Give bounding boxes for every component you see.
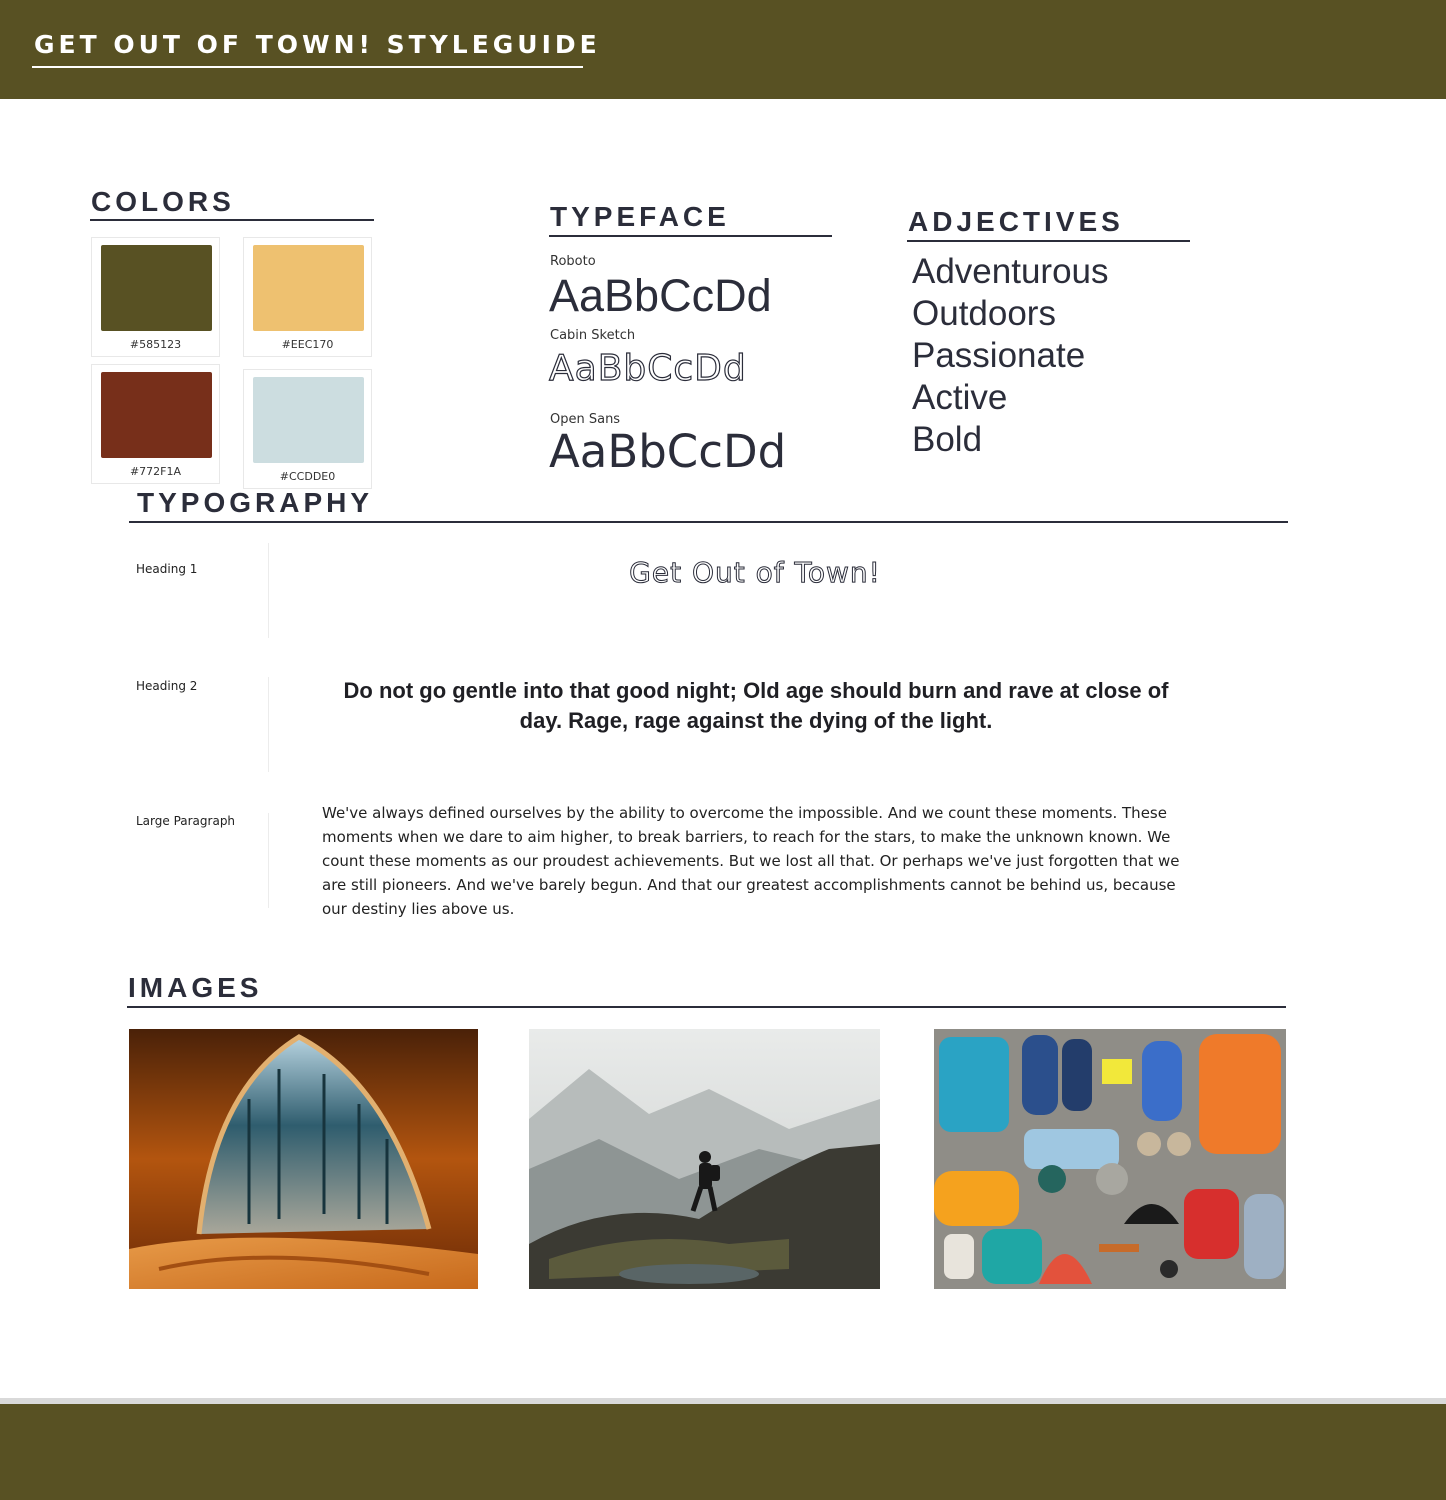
- adjective-item: Active: [912, 378, 1008, 417]
- header-underline: [32, 66, 583, 68]
- color-swatch-label: #772F1A: [129, 465, 182, 478]
- typeface-heading: TYPEFACE: [550, 201, 730, 232]
- adjectives-underline: [907, 240, 1190, 242]
- adjectives-list: Adventurous Outdoors Passionate Active B…: [912, 251, 1109, 461]
- typography-underline: [129, 521, 1288, 523]
- hiker-mountain-photo: [529, 1029, 880, 1289]
- typography-divider: [268, 677, 269, 772]
- footer-bar: [0, 1404, 1446, 1500]
- font-sample-open-sans: AaBbCcDd: [549, 425, 787, 478]
- color-swatch-label: #EEC170: [281, 338, 334, 351]
- adjective-item: Outdoors: [912, 294, 1056, 333]
- color-swatch-card: #EEC170: [243, 237, 372, 357]
- images-underline: [127, 1006, 1286, 1008]
- page-title: GET OUT OF TOWN! STYLEGUIDE: [34, 30, 601, 59]
- heading-1-sample: Get Out of Town!: [629, 556, 881, 590]
- typography-label-large-paragraph: Large Paragraph: [136, 814, 236, 828]
- heading-2-sample: Do not go gentle into that good night; O…: [343, 678, 1169, 733]
- color-swatch-card: #772F1A: [91, 364, 220, 484]
- typography-label-heading-2: Heading 2: [136, 679, 198, 693]
- colors-underline: [90, 219, 374, 221]
- color-swatch-card: #585123: [91, 237, 220, 357]
- color-swatch: [101, 372, 212, 458]
- images-heading: IMAGES: [128, 972, 263, 1003]
- typography-divider: [268, 813, 269, 908]
- typography-heading: TYPOGRAPHY: [137, 487, 374, 518]
- color-swatch-label: #CCDDE0: [279, 470, 336, 483]
- font-sample-roboto: AaBbCcDd: [549, 270, 772, 321]
- color-swatch: [253, 377, 364, 463]
- font-name-cabin-sketch: Cabin Sketch: [550, 328, 636, 343]
- typography-label-heading-1: Heading 1: [136, 562, 198, 576]
- adjective-item: Passionate: [912, 336, 1086, 375]
- color-swatch-card: #CCDDE0: [243, 369, 372, 489]
- adjectives-heading: ADJECTIVES: [908, 206, 1124, 237]
- color-swatch: [101, 245, 212, 331]
- adjective-item: Bold: [912, 420, 983, 459]
- adjective-item: Adventurous: [912, 252, 1109, 291]
- color-swatch: [253, 245, 364, 331]
- font-name-roboto: Roboto: [550, 254, 596, 269]
- typography-divider: [268, 543, 269, 638]
- typeface-underline: [549, 235, 832, 237]
- color-swatch-label: #585123: [129, 338, 182, 351]
- tent-view-photo: [129, 1029, 478, 1289]
- colors-heading: COLORS: [91, 186, 235, 217]
- font-sample-cabin-sketch: AaBbCcDd: [548, 347, 747, 389]
- large-paragraph-sample: We've always defined ourselves by the ab…: [322, 804, 1180, 918]
- camping-gear-photo: [934, 1029, 1286, 1289]
